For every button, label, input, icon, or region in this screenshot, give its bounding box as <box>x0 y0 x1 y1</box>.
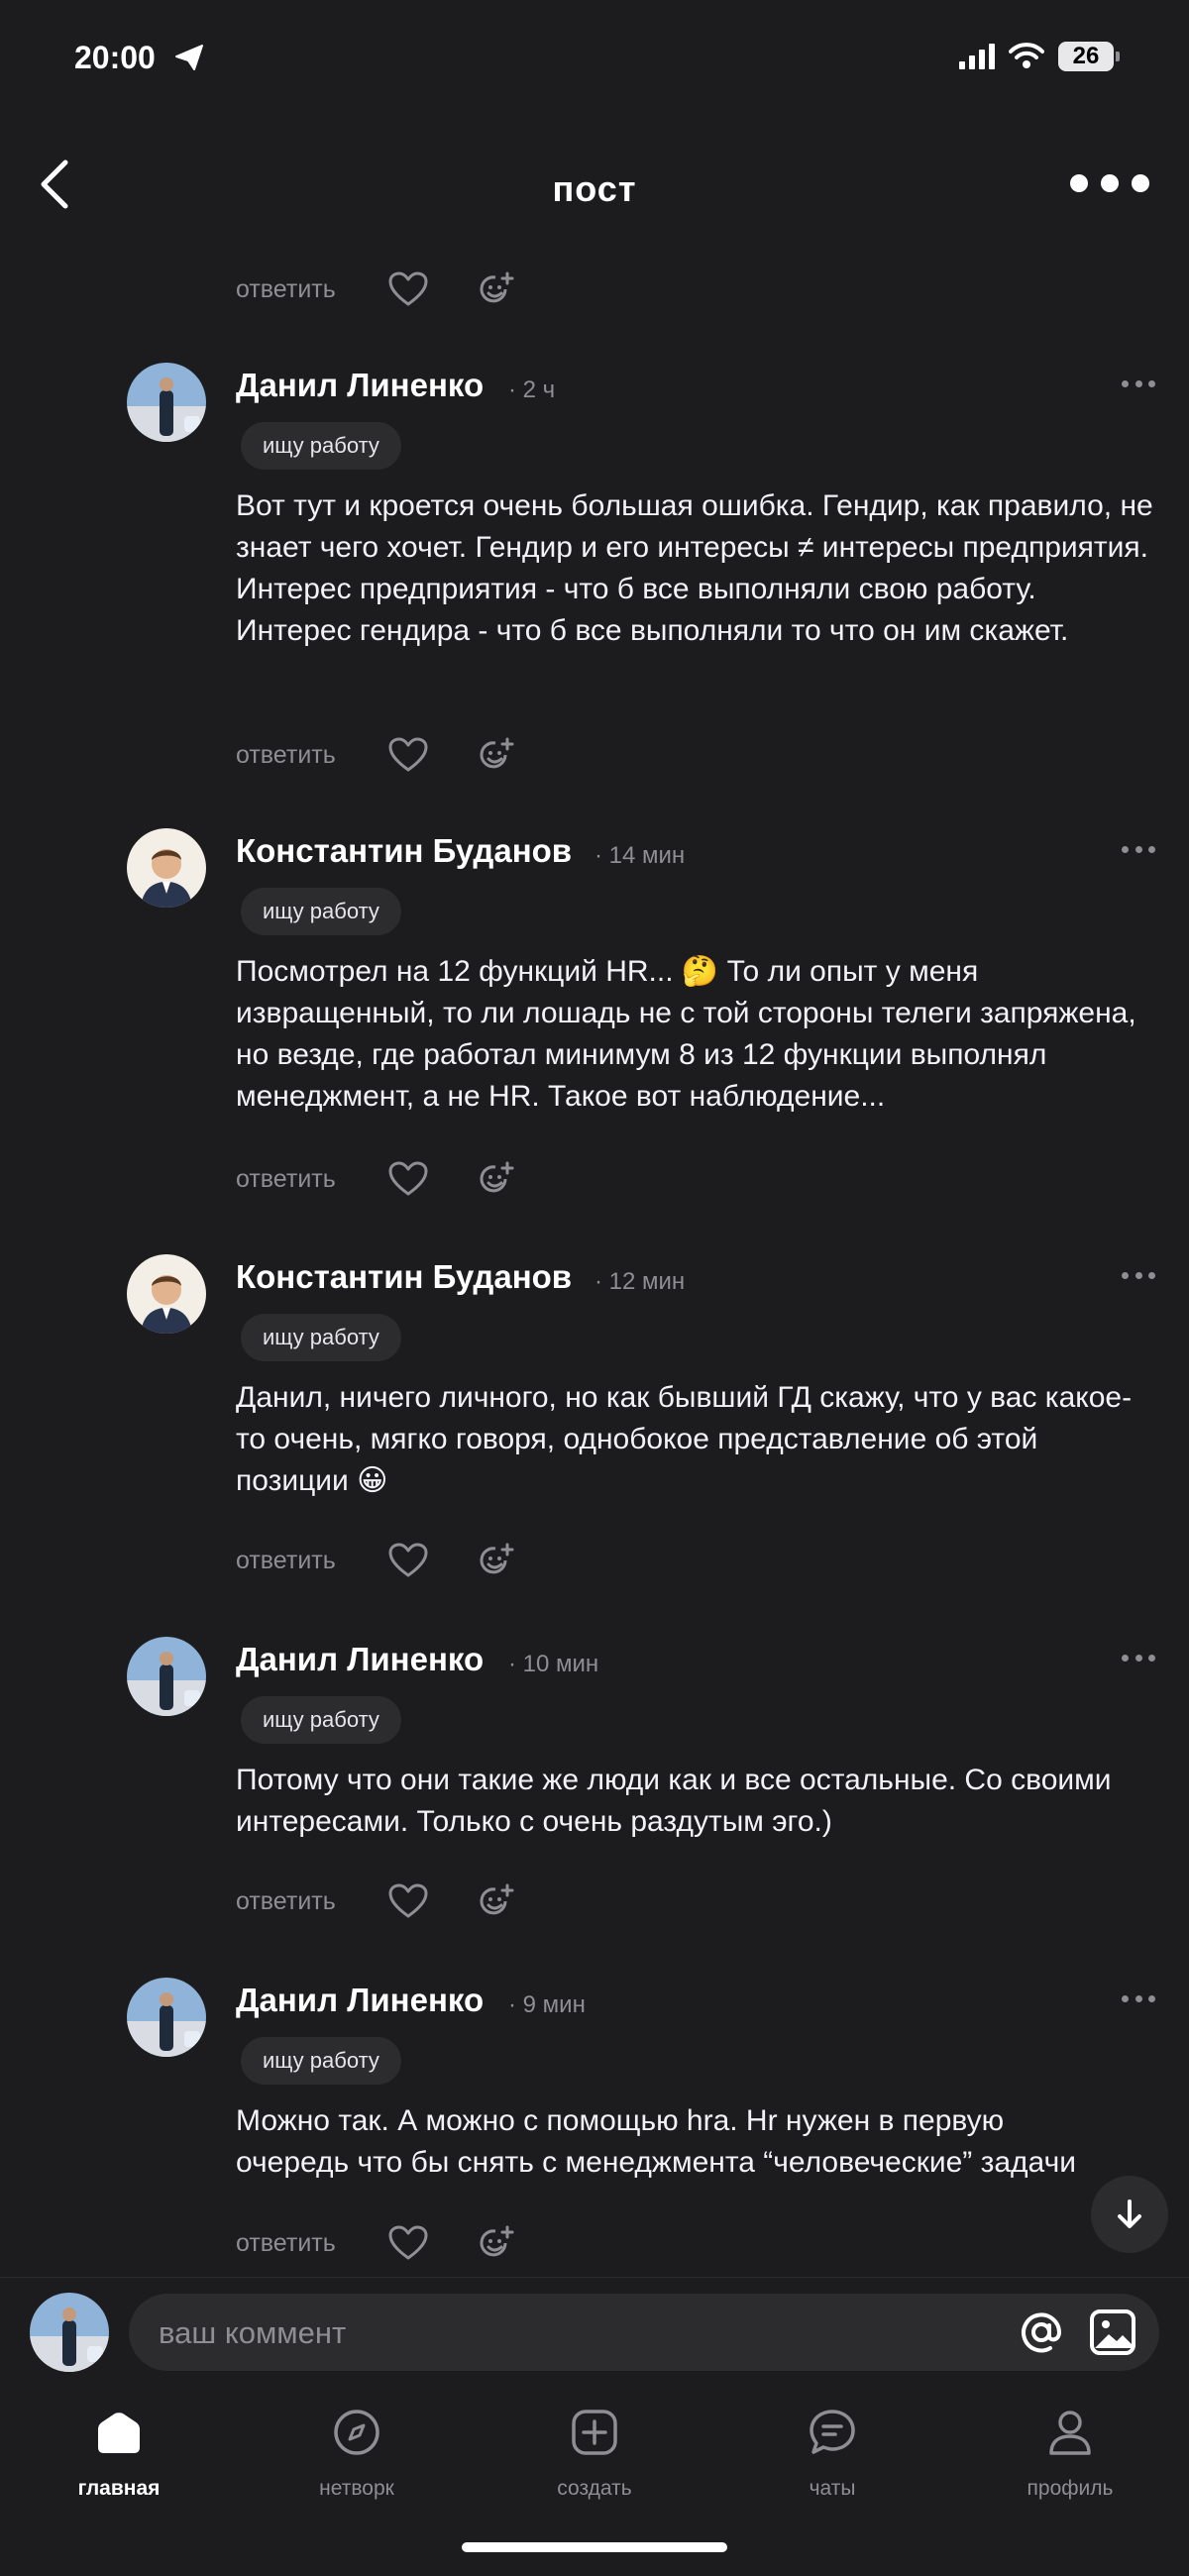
plus-square-icon <box>570 2408 619 2457</box>
compass-icon <box>332 2408 381 2457</box>
add-reaction-icon[interactable] <box>474 268 517 311</box>
comment-actions: ответить <box>236 1157 517 1201</box>
tab-label: создать <box>557 2477 632 2500</box>
tab-create[interactable]: создать <box>495 2386 694 2505</box>
reply-button[interactable]: ответить <box>236 275 386 304</box>
comment-time: · 14 мин <box>594 842 686 869</box>
telegram-icon <box>174 44 204 76</box>
comment-actions: ответить <box>236 268 517 311</box>
reply-button[interactable]: ответить <box>236 2229 386 2258</box>
comment-author[interactable]: Данил Линенко <box>236 1641 484 1678</box>
heart-icon[interactable] <box>386 1157 430 1201</box>
comment-author[interactable]: Данил Линенко <box>236 367 484 404</box>
tab-chats[interactable]: чаты <box>733 2386 931 2505</box>
home-icon <box>94 2408 144 2457</box>
chat-icon <box>808 2408 857 2457</box>
attach-image-icon[interactable] <box>1088 2308 1137 2357</box>
reply-button[interactable]: ответить <box>236 1887 386 1916</box>
comment-text: Посмотрел на 12 функций HR... 🤔 То ли оп… <box>236 955 1136 1113</box>
reply-button[interactable]: ответить <box>236 1547 386 1575</box>
nav-bar: пост <box>0 139 1189 228</box>
comment-time: · 12 мин <box>594 1268 686 1295</box>
home-indicator <box>462 2542 727 2552</box>
avatar[interactable] <box>127 1978 206 2057</box>
mention-icon[interactable] <box>1017 2308 1066 2357</box>
add-reaction-icon[interactable] <box>474 1157 517 1201</box>
comment-text: Потому что они такие же люди как и все о… <box>236 1764 1112 1838</box>
comment-actions: ответить <box>236 733 517 777</box>
comment-time: · 9 мин <box>508 1991 586 2018</box>
comment-more-icon[interactable] <box>1122 1272 1155 1280</box>
comment-actions: ответить <box>236 1879 517 1923</box>
heart-icon[interactable] <box>386 2221 430 2265</box>
arrow-down-icon <box>1118 2200 1141 2228</box>
comment-actions: ответить <box>236 1539 517 1582</box>
add-reaction-icon[interactable] <box>474 733 517 777</box>
tab-network[interactable]: нетворк <box>258 2386 456 2505</box>
tab-profile[interactable]: профиль <box>971 2386 1169 2505</box>
status-time: 20:00 <box>74 40 156 75</box>
reply-button[interactable]: ответить <box>236 1165 386 1194</box>
heart-icon[interactable] <box>386 733 430 777</box>
avatar[interactable] <box>127 1637 206 1716</box>
person-icon <box>1045 2408 1095 2457</box>
comment-input[interactable]: ваш коммент <box>129 2294 1159 2371</box>
signal-icon <box>959 44 995 74</box>
status-badge: ищу работу <box>241 422 401 470</box>
comment-author[interactable]: Константин Буданов <box>236 832 572 870</box>
comment-more-icon[interactable] <box>1122 1995 1155 2003</box>
comment-author[interactable]: Константин Буданов <box>236 1258 572 1296</box>
tab-label: главная <box>77 2477 161 2500</box>
status-bar: 20:00 26 <box>0 0 1189 119</box>
avatar[interactable] <box>127 828 206 908</box>
heart-icon[interactable] <box>386 1879 430 1923</box>
comment-author[interactable]: Данил Линенко <box>236 1982 484 2019</box>
page-title: пост <box>552 168 637 209</box>
comment-more-icon[interactable] <box>1122 380 1155 388</box>
comment-composer: ваш коммент <box>0 2277 1189 2387</box>
comment-more-icon[interactable] <box>1122 1655 1155 1663</box>
reply-button[interactable]: ответить <box>236 741 386 770</box>
comment-more-icon[interactable] <box>1122 846 1155 854</box>
battery-indicator: 26 <box>1058 42 1120 71</box>
status-badge: ищу работу <box>241 888 401 935</box>
heart-icon[interactable] <box>386 268 430 311</box>
avatar[interactable] <box>127 363 206 442</box>
comment-time: · 2 ч <box>508 376 556 403</box>
comment-text: Вот тут и кроется очень большая ошибка. … <box>236 489 1153 647</box>
heart-icon[interactable] <box>386 1539 430 1582</box>
tab-label: профиль <box>1027 2477 1114 2500</box>
tab-label: нетворк <box>319 2477 394 2500</box>
comment-input-placeholder: ваш коммент <box>159 2315 347 2350</box>
status-badge: ищу работу <box>241 1696 401 1744</box>
more-options-icon[interactable] <box>1070 168 1149 198</box>
scroll-down-button[interactable] <box>1091 2176 1168 2253</box>
comment-time: · 10 мин <box>508 1651 599 1677</box>
comment-text: Можно так. А можно с помощью hra. Hr нуж… <box>236 2104 1076 2179</box>
comment-actions: ответить <box>236 2221 517 2265</box>
status-badge: ищу работу <box>241 2037 401 2085</box>
add-reaction-icon[interactable] <box>474 2221 517 2265</box>
tab-label: чаты <box>809 2477 856 2500</box>
avatar[interactable] <box>127 1254 206 1334</box>
add-reaction-icon[interactable] <box>474 1539 517 1582</box>
avatar <box>30 2293 109 2372</box>
wifi-icon <box>1009 42 1044 74</box>
comment-text: Данил, ничего личного, но как бывший ГД … <box>236 1381 1133 1497</box>
tab-home[interactable]: главная <box>20 2386 218 2505</box>
status-badge: ищу работу <box>241 1314 401 1361</box>
add-reaction-icon[interactable] <box>474 1879 517 1923</box>
